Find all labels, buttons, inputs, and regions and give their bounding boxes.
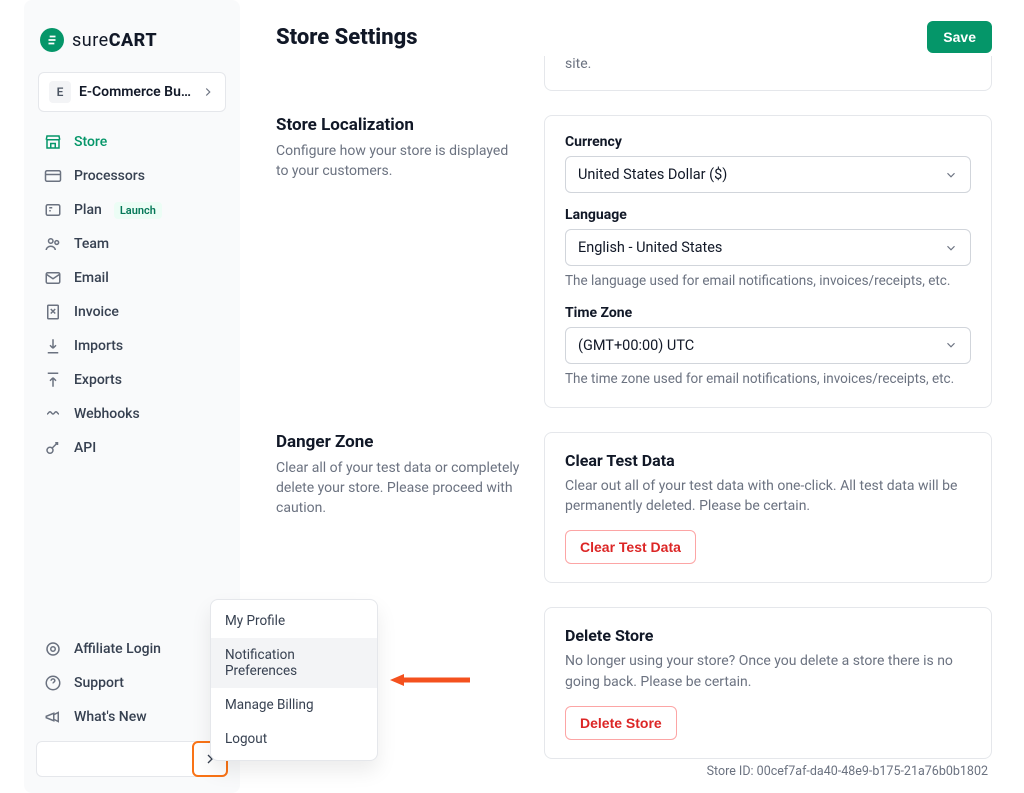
nav-api[interactable]: API xyxy=(36,432,228,464)
store-id-label: Store ID: xyxy=(707,764,757,779)
nav-label: Imports xyxy=(74,338,123,354)
section-title: Store Localization xyxy=(276,115,520,135)
megaphone-icon xyxy=(44,708,62,726)
fragment-text: site. xyxy=(565,56,591,72)
page-title: Store Settings xyxy=(276,25,417,50)
brand-mark-icon xyxy=(40,28,64,52)
language-value: English - United States xyxy=(578,239,722,256)
plan-badge: Launch xyxy=(114,202,162,219)
nav-label: Affiliate Login xyxy=(74,641,161,657)
section-desc: Clear all of your test data or completel… xyxy=(276,458,520,519)
previous-card-fragment: site. xyxy=(544,56,992,91)
delete-desc: No longer using your store? Once you del… xyxy=(565,651,971,692)
save-button[interactable]: Save xyxy=(927,21,992,53)
nav-support[interactable]: Support xyxy=(36,667,228,699)
card-icon xyxy=(44,167,62,185)
currency-label: Currency xyxy=(565,134,971,150)
page-header: Store Settings Save xyxy=(276,0,992,56)
nav-label: Processors xyxy=(74,168,145,184)
nav-exports[interactable]: Exports xyxy=(36,364,228,396)
section-title: Danger Zone xyxy=(276,432,520,452)
chevron-down-icon xyxy=(944,168,958,182)
chevron-down-icon xyxy=(944,241,958,255)
language-select[interactable]: English - United States xyxy=(565,229,971,266)
section-danger: Danger Zone Clear all of your test data … xyxy=(276,432,992,759)
delete-store-button[interactable]: Delete Store xyxy=(565,706,677,740)
nav-label: Webhooks xyxy=(74,406,140,422)
store-switcher[interactable]: E E-Commerce Bus… xyxy=(38,72,226,112)
nav-invoice[interactable]: Invoice xyxy=(36,296,228,328)
clear-title: Clear Test Data xyxy=(565,451,971,470)
primary-nav: Store Processors Plan Launch Team Email … xyxy=(36,126,228,464)
clear-desc: Clear out all of your test data with one… xyxy=(565,476,971,517)
nav-processors[interactable]: Processors xyxy=(36,160,228,192)
nav-plan[interactable]: Plan Launch xyxy=(36,194,228,226)
nav-label: Support xyxy=(74,675,124,691)
clear-test-data-button[interactable]: Clear Test Data xyxy=(565,530,696,564)
email-icon xyxy=(44,269,62,287)
section-desc: Configure how your store is displayed to… xyxy=(276,141,520,182)
currency-select[interactable]: United States Dollar ($) xyxy=(565,156,971,193)
menu-my-profile[interactable]: My Profile xyxy=(211,604,377,638)
nav-email[interactable]: Email xyxy=(36,262,228,294)
webhook-icon xyxy=(44,405,62,423)
nav-label: What's New xyxy=(74,709,147,725)
user-menu-popup: My Profile Notification Preferences Mana… xyxy=(210,599,378,761)
nav-label: Store xyxy=(74,134,107,150)
nav-label: API xyxy=(74,440,96,456)
nav-label: Team xyxy=(74,236,109,252)
timezone-label: Time Zone xyxy=(565,305,971,321)
import-icon xyxy=(44,337,62,355)
timezone-value: (GMT+00:00) UTC xyxy=(578,337,694,354)
nav-affiliate[interactable]: Affiliate Login xyxy=(36,633,228,665)
annotation-arrow-icon xyxy=(390,672,470,688)
invoice-icon xyxy=(44,303,62,321)
export-icon xyxy=(44,371,62,389)
menu-logout[interactable]: Logout xyxy=(211,722,377,756)
nav-imports[interactable]: Imports xyxy=(36,330,228,362)
language-help: The language used for email notification… xyxy=(565,272,971,291)
api-icon xyxy=(44,439,62,457)
brand-logo: sureCART xyxy=(36,28,228,72)
nav-label: Plan xyxy=(74,202,102,218)
secondary-nav: Affiliate Login Support What's New xyxy=(36,633,228,733)
store-icon xyxy=(44,133,62,151)
nav-whatsnew[interactable]: What's New xyxy=(36,701,228,733)
chevron-down-icon xyxy=(944,338,958,352)
nav-label: Exports xyxy=(74,372,122,388)
nav-store[interactable]: Store xyxy=(36,126,228,158)
plan-icon xyxy=(44,201,62,219)
menu-manage-billing[interactable]: Manage Billing xyxy=(211,688,377,722)
menu-notification-preferences[interactable]: Notification Preferences xyxy=(211,638,377,688)
brand-wordmark: sureCART xyxy=(72,30,157,51)
nav-webhooks[interactable]: Webhooks xyxy=(36,398,228,430)
user-menu-trigger[interactable] xyxy=(36,741,228,777)
affiliate-icon xyxy=(44,640,62,658)
delete-title: Delete Store xyxy=(565,626,971,645)
store-id-value: 00cef7af-da40-48e9-b175-21a76b0b1802 xyxy=(757,764,988,779)
clear-test-data-card: Clear Test Data Clear out all of your te… xyxy=(544,432,992,584)
nav-label: Invoice xyxy=(74,304,119,320)
section-localization: Store Localization Configure how your st… xyxy=(276,115,992,408)
timezone-help: The time zone used for email notificatio… xyxy=(565,370,971,389)
sidebar: sureCART E E-Commerce Bus… Store Process… xyxy=(24,0,240,793)
language-label: Language xyxy=(565,207,971,223)
timezone-select[interactable]: (GMT+00:00) UTC xyxy=(565,327,971,364)
store-name: E-Commerce Bus… xyxy=(79,84,193,100)
support-icon xyxy=(44,674,62,692)
nav-label: Email xyxy=(74,270,109,286)
team-icon xyxy=(44,235,62,253)
store-avatar: E xyxy=(49,81,71,103)
chevron-right-icon xyxy=(201,85,215,99)
nav-team[interactable]: Team xyxy=(36,228,228,260)
currency-value: United States Dollar ($) xyxy=(578,166,727,183)
localization-card: Currency United States Dollar ($) Langua… xyxy=(544,115,992,408)
delete-store-card: Delete Store No longer using your store?… xyxy=(544,607,992,759)
store-id-footer: Store ID: 00cef7af-da40-48e9-b175-21a76b… xyxy=(707,764,988,779)
